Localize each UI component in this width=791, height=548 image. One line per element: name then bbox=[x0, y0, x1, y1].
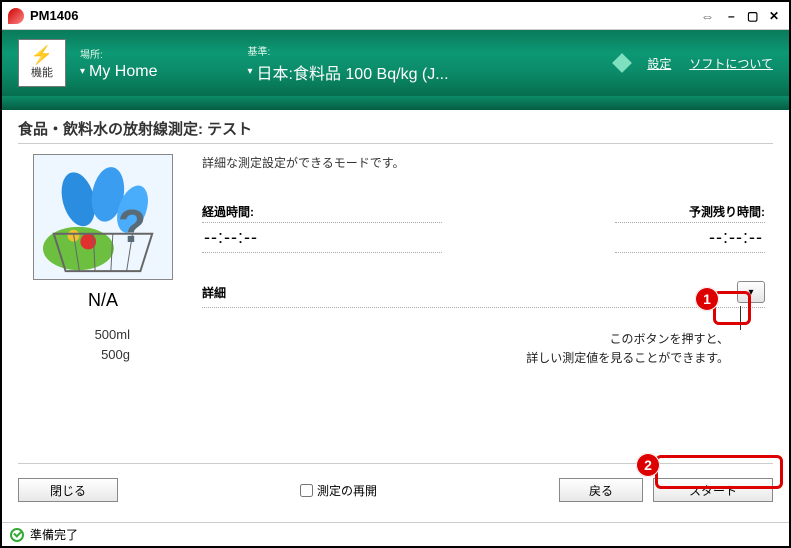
maximize-button[interactable]: ▢ bbox=[744, 9, 762, 23]
restart-checkbox[interactable] bbox=[300, 484, 313, 497]
location-group[interactable]: 場所: ▾ My Home bbox=[80, 46, 157, 81]
window-controls: – ▢ ✕ bbox=[722, 9, 783, 23]
callout-2: 2 bbox=[636, 453, 660, 477]
location-label: 場所: bbox=[80, 46, 157, 61]
mode-description: 詳細な測定設定ができるモードです。 bbox=[202, 154, 765, 171]
standard-value: 日本:食料品 100 Bq/kg (J... bbox=[257, 60, 449, 84]
settings-link[interactable]: 設定 bbox=[647, 55, 671, 72]
weight-value: 500g bbox=[58, 345, 130, 365]
page-title: 食品・飲料水の放射線測定: テスト bbox=[18, 114, 773, 144]
elapsed-label: 経過時間: bbox=[202, 203, 442, 223]
hint-line-2: 詳しい測定値を見ることができます。 bbox=[202, 349, 729, 368]
question-mark-icon: ? bbox=[118, 199, 146, 253]
minimize-button[interactable]: – bbox=[722, 9, 740, 23]
app-icon bbox=[8, 8, 24, 24]
back-button[interactable]: 戻る bbox=[559, 478, 643, 502]
header-divider bbox=[2, 96, 789, 110]
title-bar: PM1406 ⇔ – ▢ ✕ bbox=[2, 2, 789, 30]
callout-box-2 bbox=[655, 455, 783, 489]
elapsed-value: --:--:-- bbox=[202, 223, 442, 253]
location-value: My Home bbox=[89, 63, 157, 81]
callout-1: 1 bbox=[695, 287, 719, 311]
caret-icon: ▾ bbox=[247, 66, 252, 77]
header-bar: ⚡ 機能 場所: ▾ My Home 基準: ▾ 日本:食料品 100 Bq/k… bbox=[2, 30, 789, 96]
standard-group[interactable]: 基準: ▾ 日本:食料品 100 Bq/kg (J... bbox=[247, 43, 448, 84]
mode-button[interactable]: ⚡ 機能 bbox=[18, 39, 66, 87]
sample-image: ? bbox=[33, 154, 173, 280]
about-link[interactable]: ソフトについて bbox=[689, 55, 773, 72]
status-ok-icon bbox=[10, 528, 24, 542]
bolt-icon: ⚡ bbox=[31, 46, 53, 64]
remain-label: 予測残り時間: bbox=[615, 203, 765, 223]
cube-icon bbox=[612, 53, 632, 73]
restart-label: 測定の再開 bbox=[317, 482, 377, 499]
window-title: PM1406 bbox=[30, 8, 78, 23]
result-value: N/A bbox=[88, 290, 118, 311]
close-button[interactable]: 閉じる bbox=[18, 478, 118, 502]
status-bar: 準備完了 bbox=[2, 522, 789, 546]
hint-line-1: このボタンを押すと、 bbox=[202, 330, 729, 349]
detail-label: 詳細 bbox=[202, 284, 226, 301]
remain-value: --:--:-- bbox=[615, 223, 765, 253]
caret-icon: ▾ bbox=[80, 66, 85, 77]
standard-label: 基準: bbox=[247, 43, 448, 58]
volume-value: 500ml bbox=[58, 325, 130, 345]
restart-checkbox-label[interactable]: 測定の再開 bbox=[300, 482, 377, 499]
mode-label: 機能 bbox=[31, 64, 53, 80]
hint-text: このボタンを押すと、 詳しい測定値を見ることができます。 bbox=[202, 330, 765, 368]
status-text: 準備完了 bbox=[30, 526, 78, 543]
pin-icon[interactable]: ⇔ bbox=[700, 8, 714, 24]
close-window-button[interactable]: ✕ bbox=[765, 9, 783, 23]
